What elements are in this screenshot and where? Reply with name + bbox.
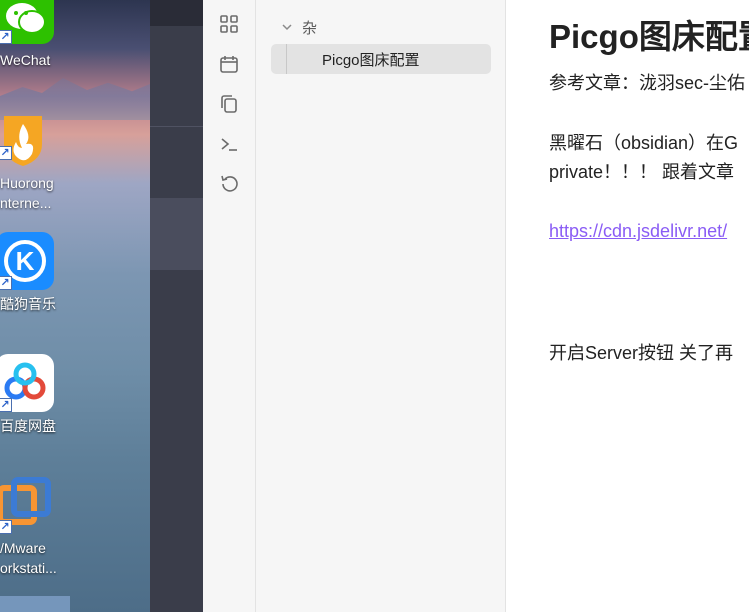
desktop-icon-label: 酷狗音乐	[0, 296, 56, 312]
file-name: Picgo图床配置	[322, 51, 420, 69]
history-icon[interactable]	[216, 171, 242, 197]
folder-item[interactable]: 杂	[280, 16, 317, 38]
shortcut-arrow-icon: ↗	[0, 276, 12, 290]
file-explorer: 杂 Picgo图床配置	[256, 0, 506, 612]
shortcut-arrow-icon: ↗	[0, 398, 12, 412]
file-item-active[interactable]: Picgo图床配置	[271, 44, 491, 74]
paragraph: 参考文章：泷羽sec-尘佑	[549, 73, 746, 93]
divider	[150, 126, 203, 127]
svg-text:K: K	[16, 246, 35, 276]
desktop-icon-label: orkstati...	[0, 560, 57, 576]
desktop-wallpaper: ↗ WeChat ↗ Huorong nterne... K ↗ 酷狗音乐 ↗ …	[0, 0, 150, 612]
indent-guide	[286, 44, 287, 74]
grid-icon[interactable]	[216, 11, 242, 37]
chevron-down-icon	[280, 20, 294, 34]
paragraph: 黑曜石（obsidian）在G	[549, 133, 739, 153]
desktop-icon-label: 百度网盘	[0, 418, 56, 434]
editor-pane[interactable]: Picgo图床配置 参考文章：泷羽sec-尘佑 黑曜石（obsidian）在G …	[506, 0, 749, 612]
background-window	[150, 0, 203, 612]
shortcut-arrow-icon: ↗	[0, 520, 12, 534]
paragraph: 开启Server按钮 关了再	[549, 343, 734, 363]
shortcut-arrow-icon: ↗	[0, 146, 12, 160]
desktop-icon-label: nterne...	[0, 195, 52, 211]
external-link[interactable]: https://cdn.jsdelivr.net/	[549, 221, 727, 242]
background-window-titlebar	[150, 0, 203, 26]
desktop-icon-label: Huorong	[0, 175, 54, 191]
terminal-icon[interactable]	[216, 131, 242, 157]
calendar-icon[interactable]	[216, 51, 242, 77]
folder-name: 杂	[302, 19, 318, 37]
shortcut-arrow-icon: ↗	[0, 30, 12, 44]
ribbon	[203, 0, 256, 612]
note-title: Picgo图床配置	[549, 18, 749, 55]
desktop-icon-label: /Mware	[0, 540, 46, 556]
background-window-band	[150, 198, 203, 270]
copy-icon[interactable]	[216, 91, 242, 117]
taskbar-item[interactable]	[0, 596, 70, 612]
desktop-icon-label: WeChat	[0, 52, 51, 68]
paragraph: private！！！ 跟着文章	[549, 162, 735, 182]
